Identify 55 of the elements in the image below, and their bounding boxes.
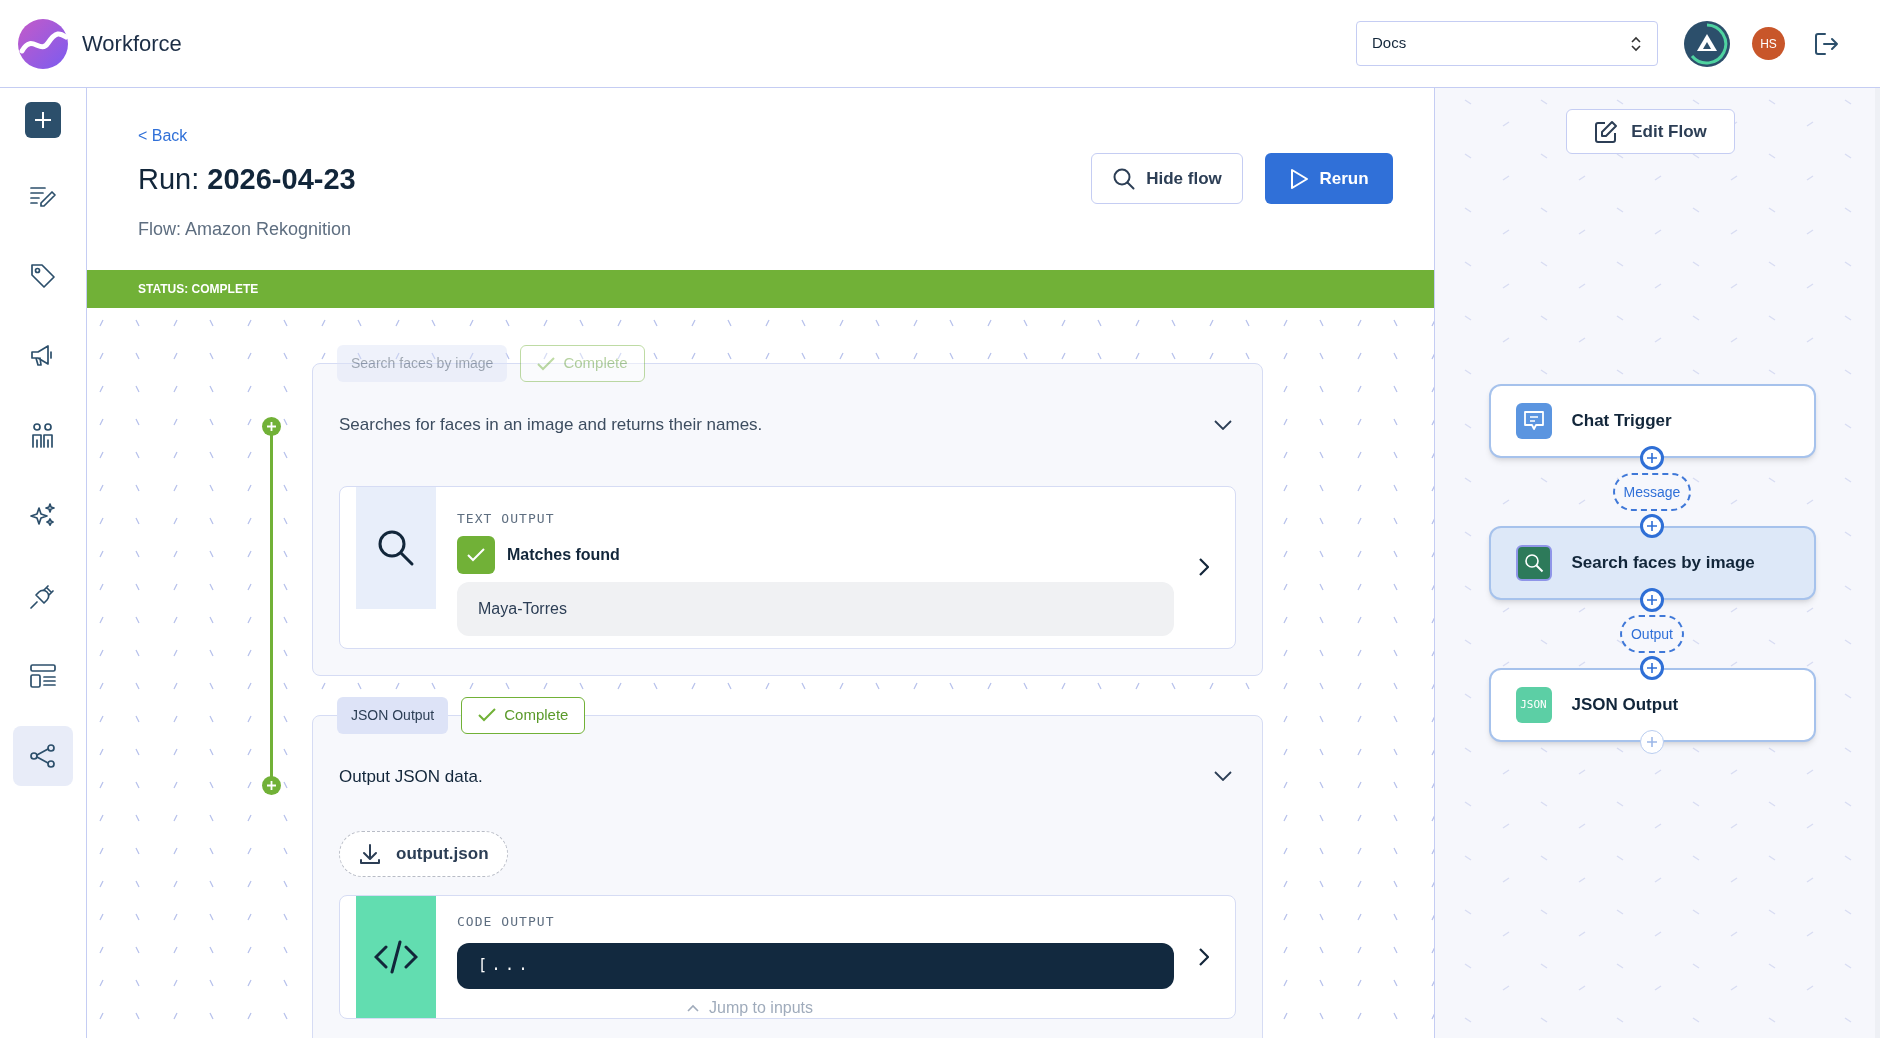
flow-node[interactable]: Search faces by image (1488, 526, 1816, 600)
sort-icon (1630, 34, 1642, 53)
flow-name: Flow: Amazon Rekognition (138, 217, 353, 241)
search-icon (1515, 545, 1552, 581)
chat-icon (1515, 403, 1552, 439)
flow-node[interactable]: Chat Trigger (1488, 384, 1816, 458)
plus-icon (267, 781, 276, 790)
back-link[interactable]: < Back (138, 124, 356, 148)
caret-up-icon (687, 1004, 699, 1012)
status-tag: Complete (461, 696, 586, 734)
brand-name: Workforce (82, 30, 182, 58)
check-icon (537, 356, 556, 371)
chevron-right-icon (1199, 558, 1209, 576)
expand-button[interactable] (1214, 771, 1232, 782)
status-tag: Complete (520, 345, 645, 382)
flow-node[interactable]: JSON JSON Output (1488, 668, 1816, 742)
status-bar: STATUS: COMPLETE (87, 270, 1434, 308)
download-button[interactable]: output.json (339, 831, 508, 877)
check-icon (478, 708, 497, 722)
output-label: CODE OUTPUT (457, 913, 555, 931)
open-output-button[interactable] (1199, 558, 1209, 576)
edit-icon (1593, 118, 1620, 145)
check-icon (467, 548, 485, 562)
check-label: Matches found (507, 545, 620, 565)
logo-icon (18, 18, 68, 69)
sidebar-item[interactable] (13, 726, 73, 786)
json-icon: JSON (1515, 687, 1552, 723)
plus-icon (267, 422, 276, 431)
chevron-right-icon (1199, 948, 1209, 966)
hide-flow-button[interactable]: Hide flow (1091, 153, 1243, 204)
chevron-down-icon (1214, 419, 1232, 430)
code-value: [... (457, 942, 1174, 989)
download-icon (358, 842, 382, 866)
run-title: Run: 2026-04-23 (138, 162, 356, 197)
edit-flow-button[interactable]: Edit Flow (1565, 109, 1735, 154)
open-output-button[interactable] (1199, 948, 1209, 966)
step-description: Searches for faces in an image and returns their names. (339, 414, 763, 436)
chevron-down-icon (1214, 771, 1232, 782)
user-avatar[interactable]: HS (1752, 27, 1785, 60)
plus-icon (33, 110, 53, 130)
expand-button[interactable] (1214, 419, 1232, 430)
workspace-select[interactable]: Docs (1356, 21, 1658, 66)
rerun-button[interactable]: Rerun (1265, 153, 1393, 204)
output-label: TEXT OUTPUT (457, 509, 555, 528)
step-name-tag: JSON Output (337, 696, 449, 734)
step-description: Output JSON data. (339, 765, 483, 788)
node-title: Search faces by image (1571, 552, 1755, 575)
output-value: Maya-Torres (457, 582, 1174, 636)
node-title: Chat Trigger (1571, 410, 1672, 433)
code-icon (374, 940, 418, 974)
node-title: JSON Output (1571, 694, 1679, 717)
play-icon (1289, 167, 1310, 190)
add-button[interactable] (25, 102, 61, 138)
search-icon (1112, 166, 1137, 191)
drive-avatar-icon[interactable] (1684, 20, 1730, 67)
